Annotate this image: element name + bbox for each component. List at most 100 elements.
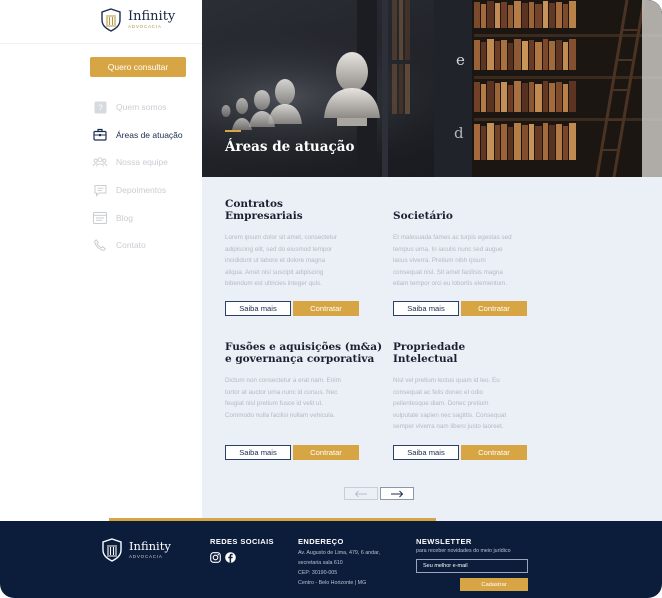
sidebar-item-depoimentos[interactable]: Depoimentos [93, 183, 183, 197]
newsletter-subtitle: para receber novidades do meio jurídico [416, 548, 511, 554]
learn-more-button[interactable]: Saiba mais [393, 445, 459, 460]
card-title-line: Intelectual [393, 353, 458, 365]
card-text-line: feugiat nisl pretium fusce id velit ut. [225, 400, 323, 408]
shield-logo-icon [102, 538, 122, 562]
briefcase-icon [93, 128, 107, 142]
card-text-line: pellentesque diam. Donec pretium [393, 400, 489, 408]
sidebar-item-quem-somos[interactable]: ? Quem somos [93, 100, 183, 114]
newsletter-subscribe-button[interactable]: Cadastrar [460, 578, 528, 591]
card-text: Dictum non consectetur a erat nam. Enim … [225, 375, 371, 421]
sidebar-item-blog[interactable]: Blog [93, 211, 183, 225]
practice-card-fusoes: Fusões e aquisições (m&a) e governança c… [225, 341, 382, 461]
card-text: Et malesuada fames ac turpis egestas sed… [393, 232, 539, 290]
phone-icon [93, 238, 107, 252]
card-title-line: e governança corporativa [225, 353, 375, 365]
card-title-line: Fusões e aquisições (m&a) [225, 341, 383, 353]
card-text-line: adipiscing elit, sed do eiusmod tempor [225, 245, 333, 253]
sidebar-item-label: Blog [116, 212, 134, 223]
hire-button[interactable]: Contratar [461, 301, 527, 316]
card-text-line: Dictum non consectetur a erat nam. Enim [225, 377, 341, 384]
card-actions: Saiba mais Contratar [225, 445, 359, 460]
card-title: Fusões e aquisições (m&a) e governança c… [225, 341, 382, 365]
card-title: Contratos Empresariais [225, 198, 371, 222]
hire-button[interactable]: Contratar [293, 445, 359, 460]
consult-button[interactable]: Quero consultar [90, 57, 186, 77]
card-text-line: consequat ac felis donec et odio [393, 388, 483, 396]
browser-icon [93, 211, 107, 225]
page-title: Áreas de atuação [225, 139, 355, 155]
page-frame: Infinity ADVOCACIA Quero consultar ? Que… [0, 0, 662, 598]
card-text-line: tortor at auctor urna nunc id cursus. Ne… [225, 388, 338, 396]
practice-card-contratos: Contratos Empresariais Lorem ipsum dolor… [225, 198, 371, 318]
svg-text:?: ? [98, 103, 103, 112]
address-line: secretaria sala 610 [298, 560, 343, 566]
arrow-right-icon [391, 490, 404, 497]
sidebar-item-label: Contato [116, 240, 146, 251]
address-block: Av. Augusto de Lima, 479, 6 andar, secre… [298, 548, 380, 588]
card-title-line: Contratos [225, 198, 283, 210]
brand-name: Infinity [129, 539, 171, 553]
learn-more-button[interactable]: Saiba mais [393, 301, 459, 316]
newsletter-email-input[interactable] [416, 559, 528, 573]
facebook-icon[interactable] [225, 552, 236, 563]
chat-icon [93, 183, 107, 197]
hire-button[interactable]: Contratar [461, 445, 527, 460]
sidebar-divider [0, 43, 202, 44]
sidebar-item-label: Nossa equipe [116, 157, 168, 168]
hero-banner: e d Áreas de atuação [202, 0, 662, 177]
practice-card-propriedade-intelectual: Propriedade Intelectual Nisl vel pretium… [393, 341, 539, 461]
card-title: Propriedade Intelectual [393, 341, 539, 365]
hero-title-accent [225, 130, 241, 132]
footer-address: ENDEREÇO Av. Augusto de Lima, 479, 6 and… [298, 537, 380, 588]
sidebar-item-contato[interactable]: Contato [93, 238, 183, 252]
card-text-line: bibendum est ultricies integer quis. [225, 280, 322, 288]
card-title-line: Societário [393, 210, 453, 222]
card-actions: Saiba mais Contratar [393, 301, 527, 316]
card-text-line: tempus urna. In iaculis nunc sed augue [393, 245, 503, 253]
practice-card-societario: Societário Et malesuada fames ac turpis … [393, 210, 539, 318]
sidebar-item-areas-de-atuacao[interactable]: Áreas de atuação [93, 128, 183, 142]
brand-logo[interactable]: Infinity ADVOCACIA [100, 8, 175, 32]
card-title-line: Empresariais [225, 210, 303, 222]
card-text-line: incididunt ut labore et dolore magna [225, 257, 326, 265]
learn-more-button[interactable]: Saiba mais [225, 445, 291, 460]
card-text: Lorem ipsum dolor sit amet, consectetur … [225, 232, 371, 290]
hire-button[interactable]: Contratar [293, 301, 359, 316]
card-text-line: Nisl vel pretium lectus quam id leo. Eu [393, 377, 500, 384]
social-links [210, 552, 274, 563]
footer-newsletter-title: NEWSLETTER [416, 537, 472, 546]
card-text-line: etiam tempor orci eu lobortis elementum. [393, 280, 508, 288]
question-icon: ? [93, 100, 107, 114]
card-text-line: semper viverra nam libero justo laoreet. [393, 423, 504, 431]
card-text-line: lacus viverra. Pretium nibh ipsum [393, 257, 486, 265]
sidebar-item-label: Quem somos [116, 102, 167, 112]
footer-address-title: ENDEREÇO [298, 537, 344, 546]
card-actions: Saiba mais Contratar [225, 301, 359, 316]
address-line: CEP: 30190-005 [298, 570, 338, 576]
footer-logo[interactable]: Infinity ADVOCACIA [101, 538, 171, 562]
sidebar-item-label: Depoimentos [116, 185, 167, 196]
sidebar-item-nossa-equipe[interactable]: Nossa equipe [93, 155, 183, 169]
hero-letter-d: d [454, 124, 464, 142]
card-actions: Saiba mais Contratar [393, 445, 527, 460]
card-text-line: Et malesuada fames ac turpis egestas sed [393, 234, 512, 241]
footer: Infinity ADVOCACIA REDES SOCIAIS ENDEREÇ… [0, 521, 662, 598]
card-text-line: Commodo nulla facilisi nullam vehicula. [225, 411, 335, 419]
instagram-icon[interactable] [210, 552, 221, 563]
card-text-line: aliqua. Amet nisl suscipit adipiscing [225, 268, 324, 276]
footer-newsletter: NEWSLETTER para receber novidades do mei… [416, 537, 511, 556]
learn-more-button[interactable]: Saiba mais [225, 301, 291, 316]
practice-areas: Contratos Empresariais Lorem ipsum dolor… [202, 177, 662, 521]
card-text-line: vulputate sapien nec sagittis. Consequat [393, 411, 507, 419]
card-text: Nisl vel pretium lectus quam id leo. Eu … [393, 375, 539, 433]
next-page-button[interactable] [380, 487, 414, 500]
card-title: Societário [393, 210, 539, 222]
hero-letter-e: e [456, 51, 465, 69]
brand-name: Infinity [128, 9, 176, 25]
brand-tagline: ADVOCACIA [128, 24, 162, 30]
sidebar-item-label: Áreas de atuação [116, 129, 183, 140]
previous-page-button[interactable] [344, 487, 378, 500]
brand-tagline: ADVOCACIA [129, 553, 163, 559]
card-title-line: Propriedade [393, 341, 466, 353]
address-line: Av. Augusto de Lima, 479, 6 andar, [298, 550, 380, 556]
